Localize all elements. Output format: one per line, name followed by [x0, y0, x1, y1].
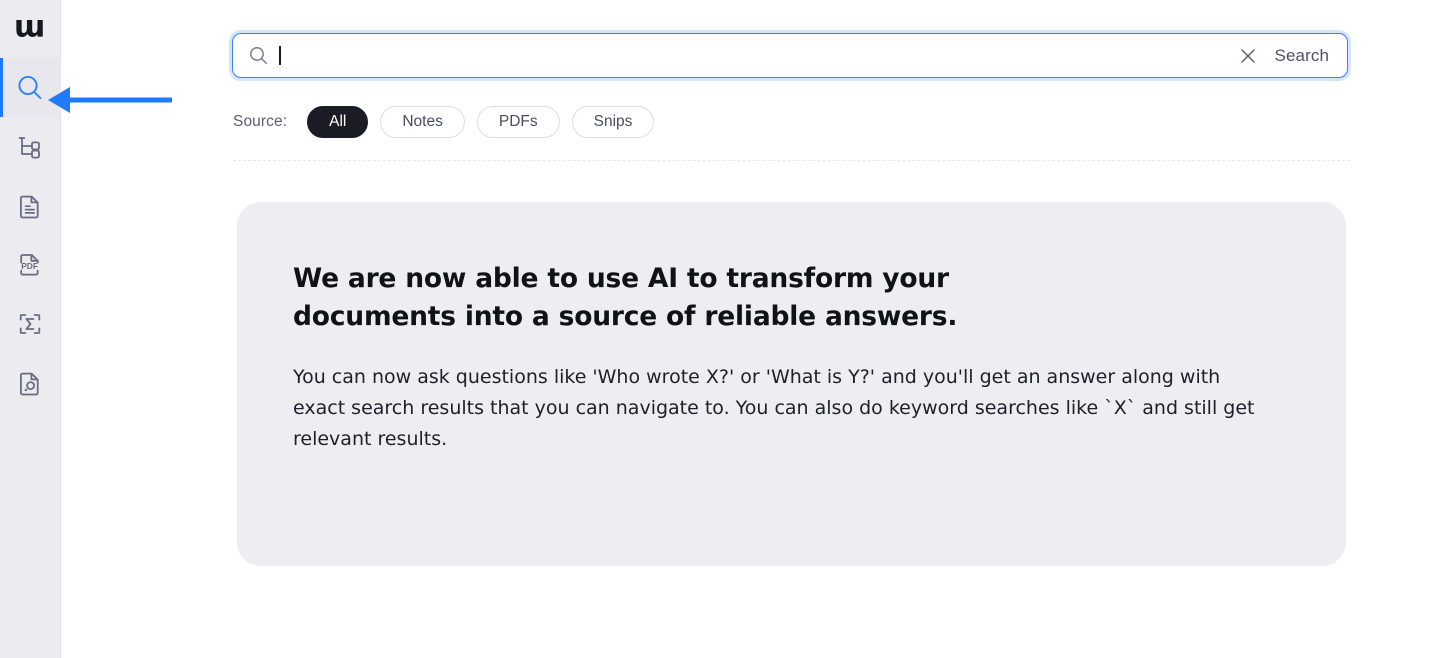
main-content: Search Source: All Notes PDFs Snips We a…: [61, 0, 1440, 658]
active-indicator-bar: [0, 58, 3, 117]
search-submit-button[interactable]: Search: [1275, 46, 1333, 66]
section-divider: [233, 160, 1350, 161]
document-text-icon: [20, 195, 39, 218]
search-input[interactable]: [278, 34, 1239, 77]
sidebar-item-formulas[interactable]: [0, 294, 61, 353]
sidebar-item-notes[interactable]: [0, 176, 61, 235]
app-logo-glyph: m: [14, 12, 46, 47]
filter-pill-notes[interactable]: Notes: [380, 106, 465, 138]
svg-text:PDF: PDF: [21, 261, 38, 271]
search-icon: [18, 75, 42, 99]
text-caret: [279, 46, 281, 65]
search-row: Search: [232, 33, 1348, 78]
sigma-scan-icon: [19, 313, 41, 334]
source-filter-label: Source:: [233, 113, 288, 130]
app-logo[interactable]: m: [0, 0, 61, 58]
sidebar-item-pdfs[interactable]: PDF: [0, 235, 61, 294]
document-snip-icon: [20, 372, 39, 395]
sidebar-item-search[interactable]: [0, 58, 61, 117]
sidebar-nav: PDF: [0, 58, 61, 412]
search-box[interactable]: Search: [232, 33, 1348, 78]
announcement-body: You can now ask questions like 'Who wrot…: [293, 366, 1255, 451]
source-filter-bar: Source: All Notes PDFs Snips: [233, 106, 655, 138]
sidebar-item-snips[interactable]: [0, 353, 61, 412]
close-x-icon[interactable]: [1239, 47, 1257, 65]
pdf-file-icon: PDF: [20, 253, 39, 275]
announcement-title: We are now able to use AI to transform y…: [293, 263, 958, 332]
sidebar-item-workspace-tree[interactable]: [0, 117, 61, 176]
search-icon: [249, 46, 268, 65]
filter-pill-snips[interactable]: Snips: [571, 106, 655, 138]
sidebar: m PDF: [0, 0, 61, 658]
filter-pill-all[interactable]: All: [307, 106, 369, 138]
app-window: m PDF Search Source: All Notes PDFs Snip…: [0, 0, 1440, 658]
tree-hierarchy-icon: [18, 136, 40, 159]
filter-pill-pdfs[interactable]: PDFs: [476, 106, 560, 138]
announcement-card: We are now able to use AI to transform y…: [237, 202, 1346, 566]
